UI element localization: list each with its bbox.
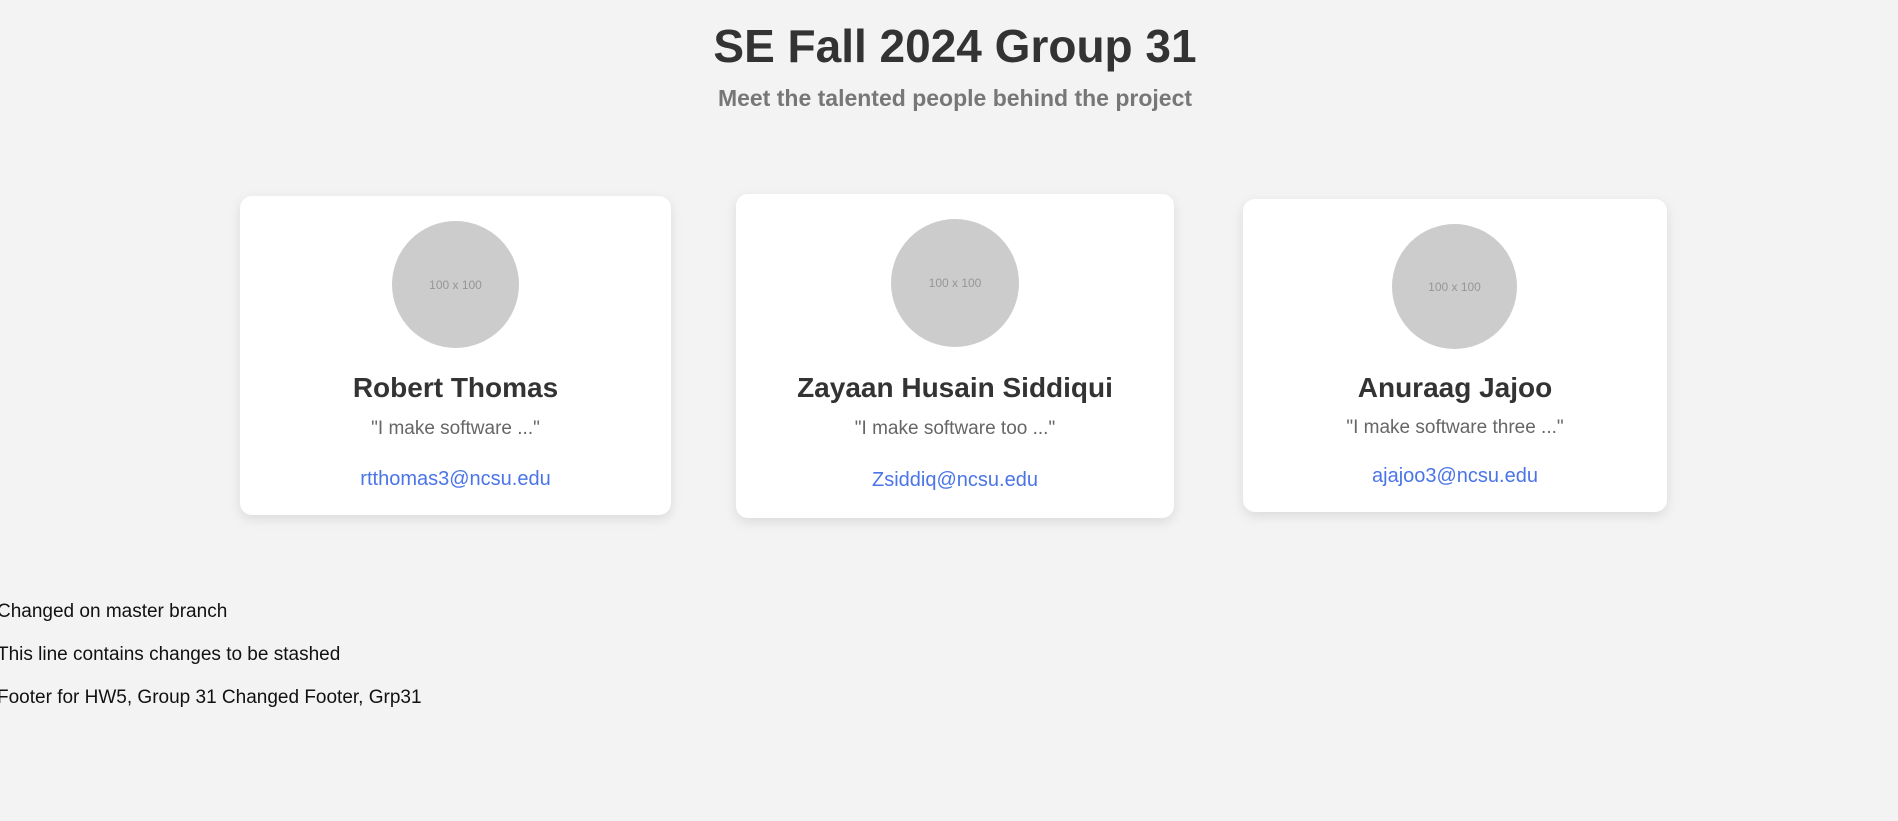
avatar: 100 x 100 bbox=[891, 219, 1019, 347]
page-subtitle: Meet the talented people behind the proj… bbox=[717, 85, 1193, 111]
member-name: Robert Thomas bbox=[352, 372, 559, 403]
team-member-card: 100 x 100 Robert Thomas "I make software… bbox=[240, 196, 671, 515]
team-member-card: 100 x 100 Anuraag Jajoo "I make software… bbox=[1243, 199, 1667, 512]
member-email-link[interactable]: Zsiddiq@ncsu.edu bbox=[736, 469, 1174, 491]
member-name: Zayaan Husain Siddiqui bbox=[797, 372, 1113, 403]
avatar-placeholder-label: 100 x 100 bbox=[1428, 279, 1481, 294]
stash-note: This line contains changes to be stashed bbox=[0, 644, 341, 665]
team-member-card: 100 x 100 Zayaan Husain Siddiqui "I make… bbox=[736, 194, 1174, 518]
member-email-link[interactable]: ajajoo3@ncsu.edu bbox=[1243, 465, 1667, 487]
member-email-link[interactable]: rtthomas3@ncsu.edu bbox=[240, 468, 671, 490]
master-branch-note: Changed on master branch bbox=[0, 601, 228, 622]
page-title: SE Fall 2024 Group 31 bbox=[713, 20, 1197, 72]
avatar: 100 x 100 bbox=[1392, 224, 1517, 349]
avatar-placeholder-label: 100 x 100 bbox=[928, 276, 982, 290]
footer-text: Footer for HW5, Group 31 Changed Footer,… bbox=[0, 687, 422, 708]
member-quote: "I make software ..." bbox=[371, 418, 540, 439]
avatar: 100 x 100 bbox=[392, 221, 519, 348]
member-name: Anuraag Jajoo bbox=[1357, 372, 1553, 403]
member-quote: "I make software three ..." bbox=[1346, 417, 1564, 438]
member-quote: "I make software too ..." bbox=[854, 418, 1056, 439]
avatar-placeholder-label: 100 x 100 bbox=[429, 277, 482, 292]
